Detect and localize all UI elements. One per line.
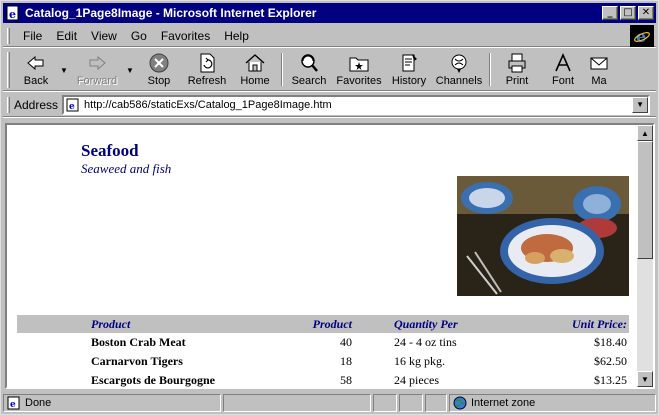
status-text: Done [25, 397, 52, 409]
favorites-button[interactable]: Favorites [332, 49, 386, 90]
menu-edit[interactable]: Edit [49, 29, 84, 43]
col-unit-price: Unit Price: [504, 315, 629, 333]
table-row: Escargots de Bourgogne 58 24 pieces $13.… [17, 371, 629, 387]
address-dropdown-button[interactable]: ▼ [632, 96, 649, 113]
unit-price: $62.50 [594, 354, 627, 368]
back-arrow-icon [27, 55, 44, 71]
menu-help[interactable]: Help [217, 29, 256, 43]
menu-favorites[interactable]: Favorites [154, 29, 217, 43]
mail-icon [590, 57, 608, 70]
forward-dropdown[interactable]: ▼ [124, 49, 136, 90]
unit-price: $13.25 [594, 373, 627, 387]
scroll-down-button[interactable]: ▼ [637, 371, 653, 387]
col-quantity-per: Quantity Per [354, 315, 504, 333]
favorites-icon [349, 57, 369, 72]
menu-go[interactable]: Go [124, 29, 154, 43]
font-button[interactable]: Font [540, 49, 586, 90]
title-bar: e Catalog_1Page8Image - Microsoft Intern… [3, 3, 656, 23]
ie-page-icon: e [66, 98, 79, 112]
table-row: Carnarvon Tigers 18 16 kg pkg. $62.50 [17, 352, 629, 371]
history-button[interactable]: History [386, 49, 432, 90]
ie-logo-icon: e [630, 25, 654, 47]
channels-icon [451, 54, 467, 73]
channels-button[interactable]: Channels [432, 49, 486, 90]
product-name: Carnarvon Tigers [91, 354, 183, 368]
seafood-photo [457, 176, 629, 296]
scroll-thumb[interactable] [637, 141, 653, 259]
product-id: 18 [340, 354, 352, 368]
print-button[interactable]: Print [494, 49, 540, 90]
scroll-up-button[interactable]: ▲ [637, 125, 653, 141]
minimize-button[interactable]: _ [602, 6, 618, 20]
page-content: Seafood Seaweed and fish Product Product… [7, 125, 639, 387]
history-icon [402, 54, 417, 72]
print-icon [508, 53, 526, 73]
svg-text:e: e [9, 8, 16, 21]
refresh-icon [200, 53, 215, 73]
globe-icon [453, 396, 467, 410]
product-id: 40 [340, 335, 352, 349]
home-button[interactable]: Home [232, 49, 278, 90]
maximize-button[interactable]: □ [620, 6, 636, 20]
table-header-row: Product Product Quantity Per Unit Price: [17, 315, 629, 333]
forward-arrow-icon [89, 55, 106, 71]
home-icon [245, 54, 265, 72]
table-row: Boston Crab Meat 40 24 - 4 oz tins $18.4… [17, 333, 629, 352]
menu-file[interactable]: File [16, 29, 49, 43]
standard-toolbar: Back ▼ Forward ▼ Stop Refresh Home Searc… [3, 49, 656, 91]
quantity-per: 24 - 4 oz tins [394, 335, 457, 349]
mail-button[interactable]: Ma [586, 49, 612, 90]
zone-text: Internet zone [471, 397, 536, 409]
close-button[interactable]: ✕ [638, 6, 654, 20]
product-table: Product Product Quantity Per Unit Price:… [17, 315, 629, 387]
back-button[interactable]: Back [14, 49, 58, 90]
category-description: Seaweed and fish [81, 161, 172, 176]
quantity-per: 16 kg pkg. [394, 354, 445, 368]
address-input[interactable]: e http://cab586/staticExs/Catalog_1Page8… [62, 94, 651, 115]
unit-price: $18.40 [594, 335, 627, 349]
svg-text:e: e [10, 400, 16, 410]
vertical-scrollbar[interactable]: ▲ ▼ [637, 125, 653, 387]
product-name: Escargots de Bourgogne [91, 373, 215, 387]
status-bar: e Done Internet zone [3, 393, 656, 413]
stop-button[interactable]: Stop [136, 49, 182, 90]
category-title: Seafood [81, 141, 139, 160]
menu-bar: File Edit View Go Favorites Help e [3, 25, 656, 47]
stop-icon [149, 53, 169, 73]
status-pane: e Done [3, 394, 221, 412]
address-bar: Address e http://cab586/staticExs/Catalo… [3, 93, 656, 117]
ie-page-icon: e [7, 396, 20, 410]
product-id: 58 [340, 373, 352, 387]
refresh-button[interactable]: Refresh [182, 49, 232, 90]
forward-button[interactable]: Forward [70, 49, 124, 90]
menu-view[interactable]: View [84, 29, 124, 43]
window-title: Catalog_1Page8Image - Microsoft Internet… [25, 6, 317, 20]
svg-text:e: e [69, 102, 75, 112]
font-icon [555, 53, 571, 72]
address-label: Address [14, 97, 59, 112]
product-name: Boston Crab Meat [91, 335, 186, 349]
ie-page-icon: e [6, 5, 19, 21]
col-product-name: Product [89, 315, 239, 333]
col-product-id: Product [239, 315, 354, 333]
page-viewport: Seafood Seaweed and fish Product Product… [5, 123, 655, 389]
search-icon [301, 54, 318, 72]
address-url: http://cab586/staticExs/Catalog_1Page8Im… [84, 98, 332, 111]
browser-window: e Catalog_1Page8Image - Microsoft Intern… [0, 0, 659, 415]
quantity-per: 24 pieces [394, 373, 439, 387]
search-button[interactable]: Search [286, 49, 332, 90]
zone-pane: Internet zone [449, 394, 656, 412]
back-dropdown[interactable]: ▼ [58, 49, 70, 90]
